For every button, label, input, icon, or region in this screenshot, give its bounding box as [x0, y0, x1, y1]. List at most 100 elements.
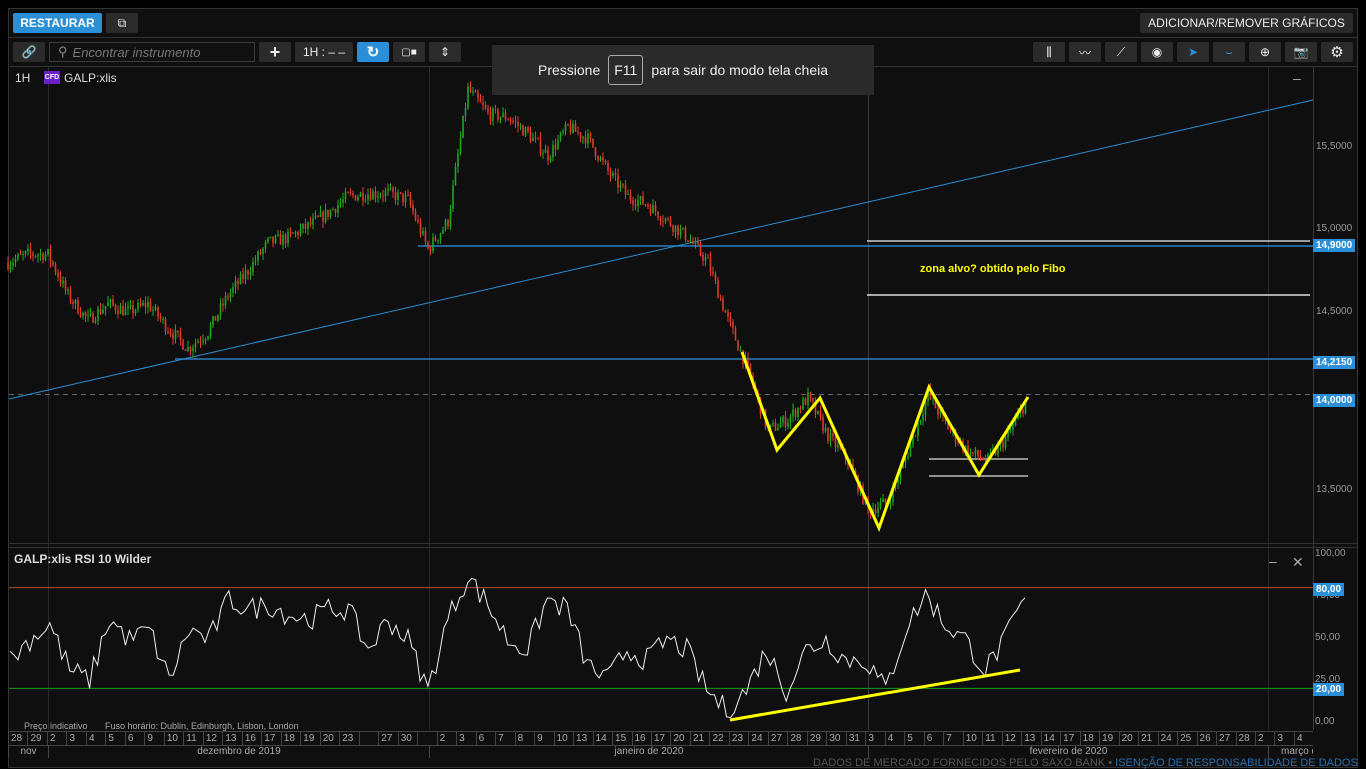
candle-body: [107, 301, 109, 306]
candle-body: [679, 229, 682, 235]
candle-body: [739, 350, 742, 352]
candle-body: [384, 190, 387, 197]
candle-body: [282, 234, 284, 245]
candle-body: [347, 192, 349, 194]
disclaimer-link[interactable]: ISENÇÃO DE RESPONSABILIDADE DE DADOS: [1115, 757, 1358, 769]
date-tick: [417, 732, 436, 745]
date-tick: 17: [1060, 732, 1079, 745]
candle-body: [639, 196, 642, 200]
candle-body: [224, 296, 227, 306]
candle-body: [182, 339, 184, 350]
timezone-note: Fuso horário: Dublin, Edinburgh, Lisbon,…: [105, 721, 299, 731]
candle-body: [264, 241, 267, 249]
candle-body: [117, 310, 119, 314]
candle-body: [637, 199, 639, 207]
candle-body: [24, 251, 27, 254]
candle-body: [809, 392, 812, 399]
candle-body: [834, 436, 837, 448]
candle-body: [429, 248, 432, 251]
minimize-rsi-button[interactable]: –: [1269, 553, 1277, 569]
candle-body: [97, 308, 99, 321]
candle-body: [109, 299, 112, 302]
close-rsi-button[interactable]: ✕: [1292, 554, 1304, 571]
candle-body: [949, 429, 952, 431]
candle-body: [414, 211, 417, 220]
candle-body: [837, 445, 839, 448]
candle-body: [242, 273, 244, 280]
date-tick: 28: [787, 732, 806, 745]
candle-body: [704, 257, 707, 261]
chart-plot[interactable]: [0, 0, 1366, 768]
candle-body: [207, 336, 209, 339]
candle-body: [509, 119, 512, 122]
candle-body: [127, 306, 129, 309]
candle-body: [252, 261, 254, 273]
date-tick: 4: [1293, 732, 1313, 745]
candle-body: [412, 205, 414, 212]
candle-body: [354, 195, 357, 201]
candle-body: [922, 414, 924, 421]
candle-body: [194, 343, 197, 348]
candle-body: [249, 272, 252, 275]
date-tick: 21: [689, 732, 709, 745]
candle-body: [599, 157, 602, 161]
candle-body: [199, 341, 202, 343]
candle-body: [659, 217, 662, 222]
candle-body: [457, 153, 459, 167]
date-tick: 14: [1040, 732, 1060, 745]
instrument-label[interactable]: GALP:xlis: [64, 71, 117, 85]
candle-body: [634, 204, 637, 207]
date-tick: 3: [865, 732, 884, 745]
candle-body: [632, 200, 634, 205]
candle-body: [549, 157, 552, 161]
price-tag-resistance: 14,9000: [1313, 239, 1356, 252]
candle-body: [684, 227, 687, 241]
candle-body: [624, 185, 627, 195]
candle-body: [489, 112, 492, 121]
date-tick: 23: [339, 732, 358, 745]
candle-body: [982, 458, 984, 460]
candle-body: [379, 195, 382, 197]
candle-body: [322, 212, 324, 222]
candle-body: [304, 223, 307, 229]
candle-body: [244, 270, 247, 280]
candle-body: [59, 277, 62, 284]
candle-body: [1004, 437, 1007, 448]
annotation-text[interactable]: zona alvo? obtido pelo Fibo: [920, 263, 1065, 275]
candle-body: [694, 241, 697, 244]
candle-body: [512, 121, 514, 123]
candle-body: [174, 330, 177, 340]
candle-body: [554, 144, 557, 150]
date-tick: 20: [1118, 732, 1138, 745]
rsi-divergence-line: [729, 668, 1021, 722]
candle-body: [452, 184, 454, 209]
candle-body: [507, 119, 509, 121]
candle-body: [434, 237, 437, 241]
candle-body: [609, 171, 612, 177]
candle-body: [479, 98, 482, 103]
rsi-tag-oversold: 20,00: [1313, 683, 1345, 696]
candle-body: [617, 174, 619, 188]
minimize-chart-button[interactable]: –: [1293, 70, 1301, 86]
candle-body: [407, 194, 409, 196]
date-tick: 26: [1196, 732, 1216, 745]
candle-body: [559, 132, 562, 140]
candle-body: [557, 139, 559, 150]
data-provider-text: DADOS DE MERCADO FORNECIDOS PELO SAXO BA…: [813, 757, 1106, 769]
candle-body: [719, 297, 722, 299]
candle-body: [729, 316, 732, 322]
candle-body: [382, 195, 384, 197]
candle-body: [239, 273, 242, 284]
candle-body: [782, 416, 784, 423]
date-tick: 24: [748, 732, 767, 745]
candle-body: [522, 125, 524, 136]
candle-body: [169, 332, 172, 335]
candle-body: [907, 456, 909, 458]
candle-body: [424, 231, 427, 242]
candle-body: [827, 427, 829, 442]
candle-body: [12, 262, 14, 266]
candle-body: [369, 194, 372, 200]
candle-body: [184, 349, 187, 351]
candle-body: [544, 149, 547, 153]
candle-body: [327, 209, 329, 217]
